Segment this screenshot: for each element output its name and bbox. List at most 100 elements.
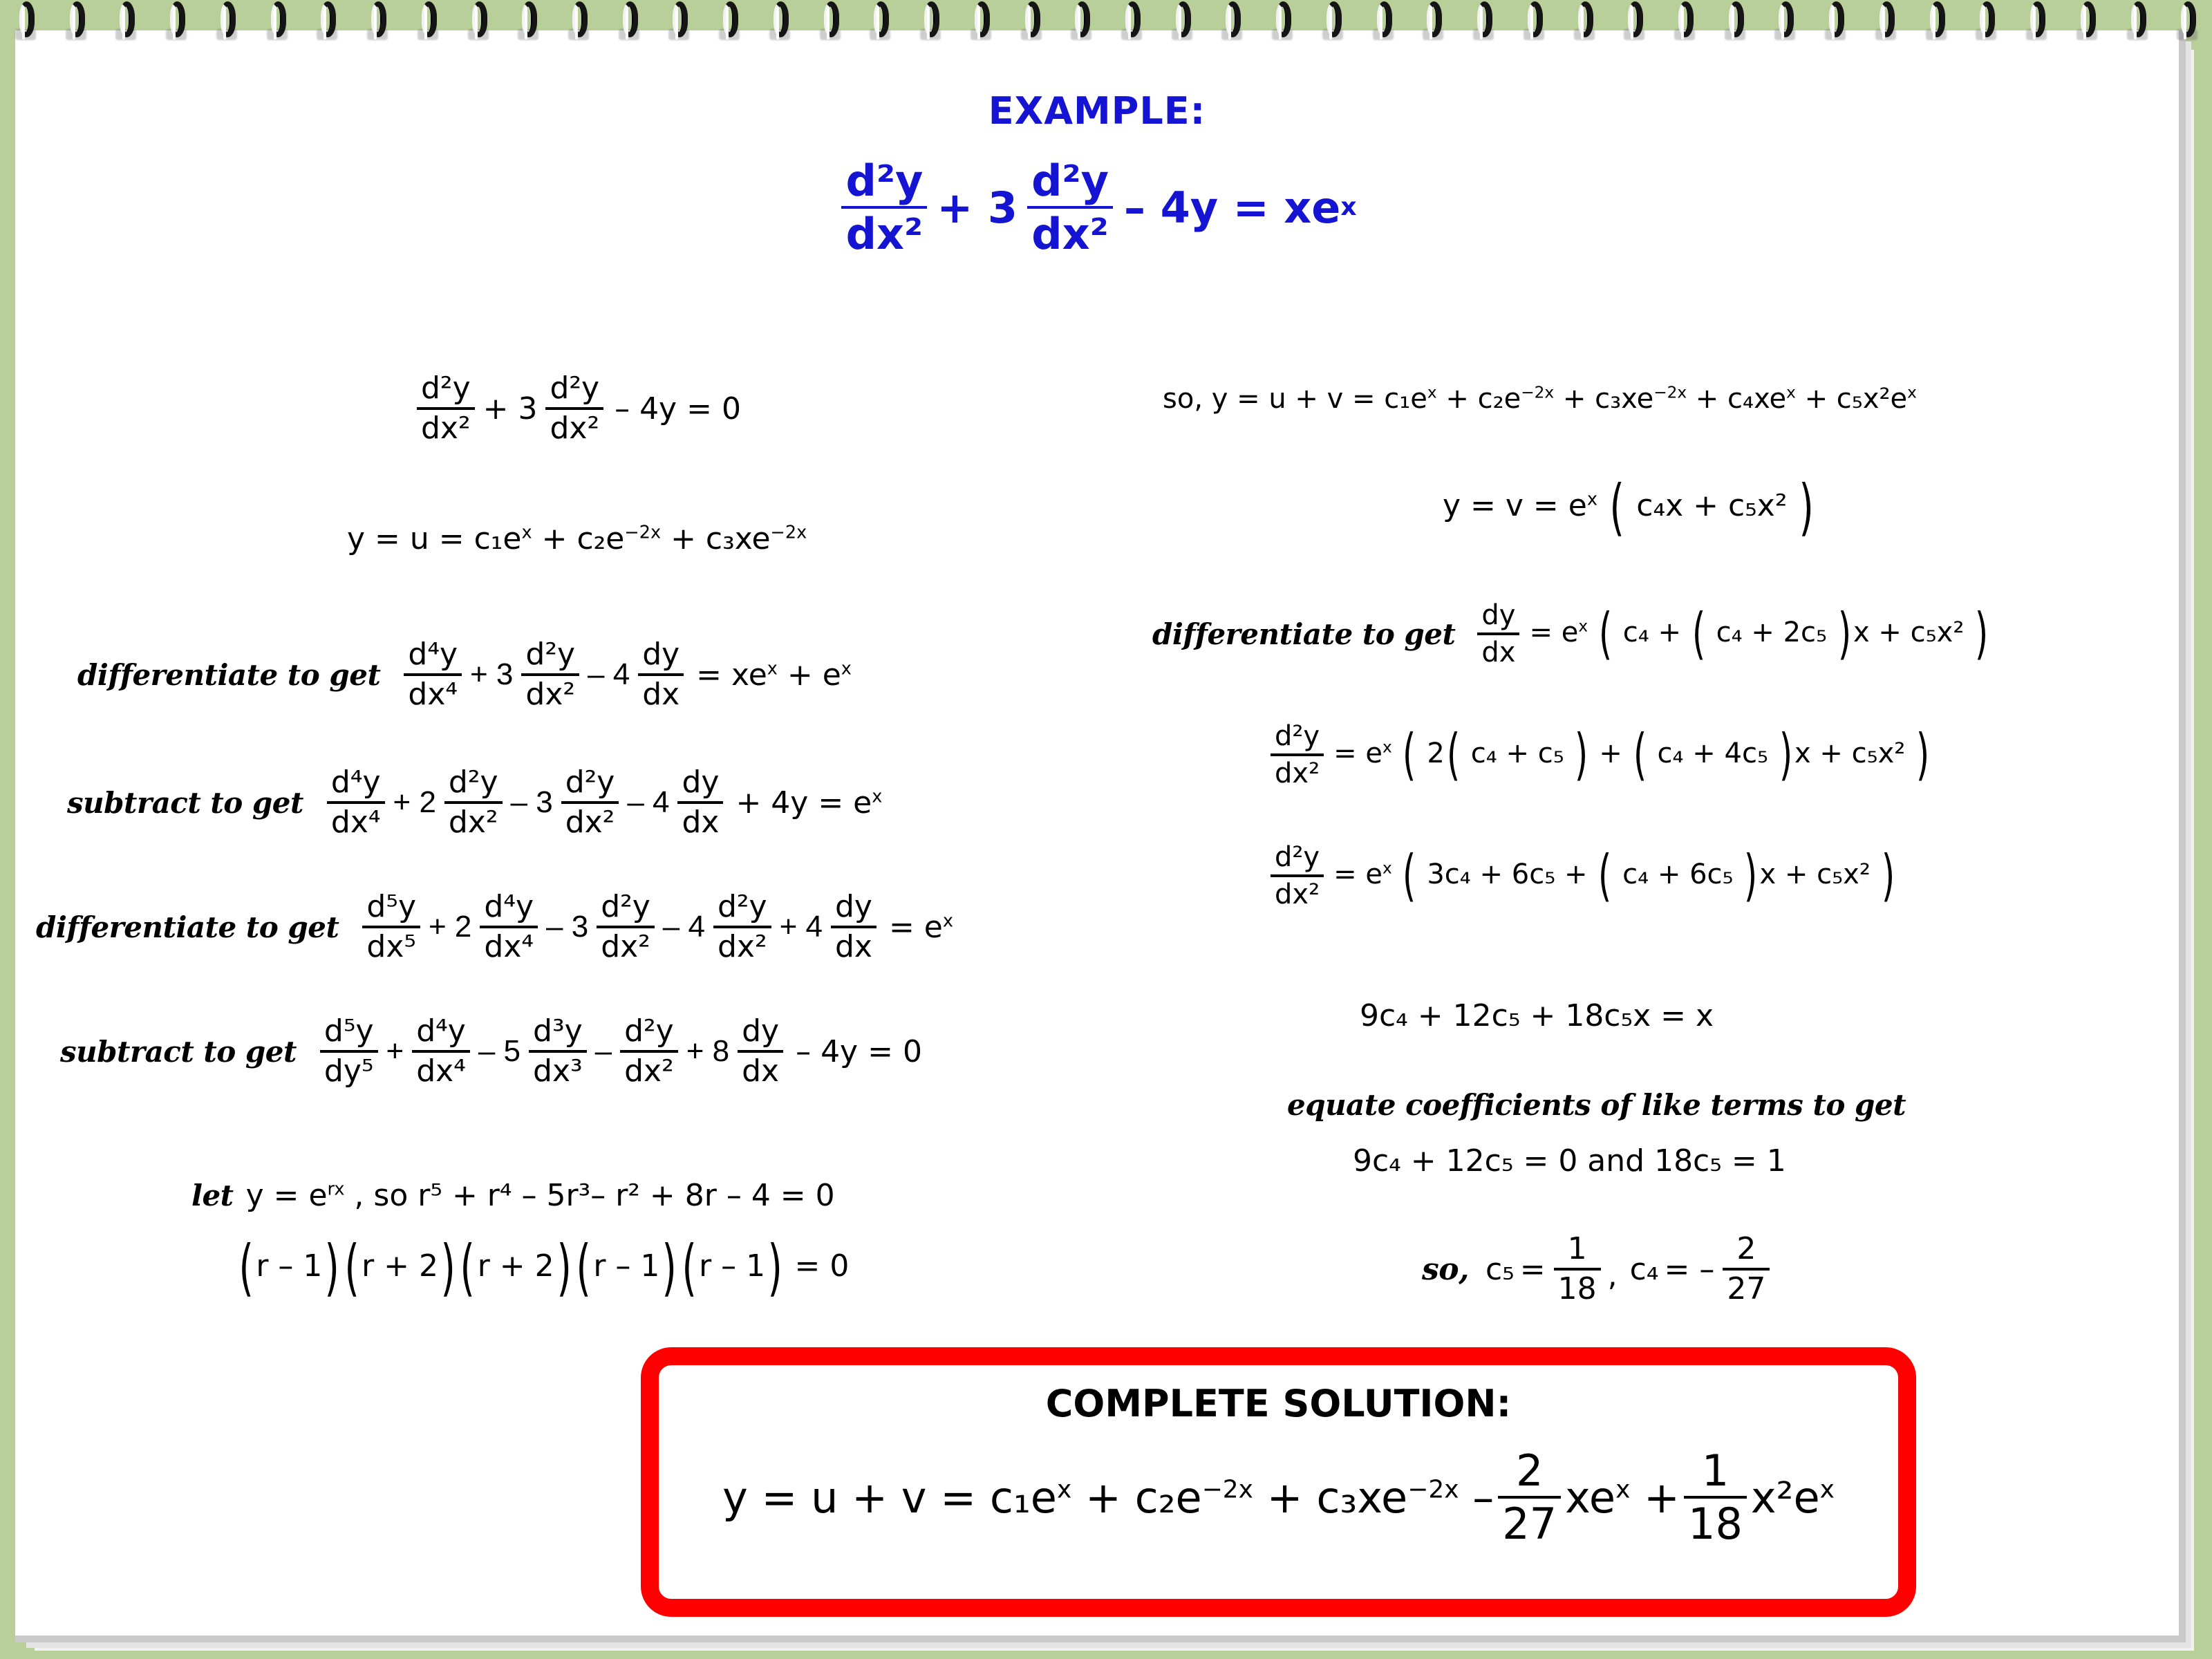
solved-constants-row: so, c₅ = 1 18 , c₄ = – 2 27 xyxy=(1422,1231,1774,1307)
homog-fraction-2: d²y dx² xyxy=(545,371,604,447)
first-derivative-den: dx xyxy=(1481,637,1516,668)
step-fraction-num: d⁵y xyxy=(366,889,417,924)
second-derivative-b-row: d²y dx² = ex ( 3c₄ + 6c₅ + ( c₄ + 6c₅ )x… xyxy=(1266,843,1897,909)
step-coefficient: + 2 xyxy=(429,910,472,944)
step-fraction: d²y dx² xyxy=(597,889,655,965)
homog-den-2: dx² xyxy=(550,411,600,447)
step-fraction-num: d²y xyxy=(717,889,767,924)
step-fraction-num: d²y xyxy=(601,889,650,924)
second-derivative-b-fraction: d²y dx² xyxy=(1271,843,1324,909)
solution-frac2-num: 1 xyxy=(1701,1445,1730,1496)
step-fraction-den: dx² xyxy=(565,805,615,841)
complete-solution-title-text: COMPLETE SOLUTION: xyxy=(1045,1382,1512,1425)
main-eq-fraction-2: d²y dx² xyxy=(1027,158,1114,260)
second-derivative-b-rhs: = ex ( 3c₄ + 6c₅ + ( c₄ + 6c₅ )x + c₅x² … xyxy=(1333,843,1895,908)
homog-num-1: d²y xyxy=(421,371,471,406)
fraction-bar xyxy=(1723,1268,1770,1271)
step-coefficient: – 3 xyxy=(510,785,553,820)
second-derivative-a-row: d²y dx² = ex ( 2( c₄ + c₅ ) + ( c₄ + 4c₅… xyxy=(1266,722,1931,788)
step-fraction-den: dx² xyxy=(525,677,576,713)
c5-numerator: 1 xyxy=(1567,1231,1587,1266)
collected-equation: 9c₄ + 12c₅ + 18c₅x = x xyxy=(1360,998,1714,1033)
first-derivative-row: differentiate to get dy dx = ex ( c₄ + (… xyxy=(1152,601,1990,667)
complementary-solution: y = u = c₁ex + c₂e−2x + c₃xe−2x xyxy=(347,521,807,556)
step-fraction: d⁵y dy⁵ xyxy=(319,1013,378,1089)
solved-prefix: so, xyxy=(1422,1251,1469,1287)
step-fraction: dy dx xyxy=(830,890,877,963)
c4-numerator: 2 xyxy=(1736,1231,1756,1266)
homogeneous-equation: d²y dx² + 3 d²y dx² – 4y = 0 xyxy=(413,371,741,447)
general-form-equation: so, y = u + v = c₁ex + c₂e−2x + c₃xe−2x … xyxy=(1163,383,1917,415)
step-fraction-den: dx⁴ xyxy=(330,805,381,841)
fraction-bar xyxy=(545,407,604,411)
step-fraction: d²y dx² xyxy=(561,766,619,841)
equate-coefficients-label: equate coefficients of like terms to get xyxy=(1287,1088,1906,1122)
second-derivative-a-fraction: d²y dx² xyxy=(1271,722,1324,788)
c5-denominator: 18 xyxy=(1557,1271,1597,1307)
c4-fraction: 2 27 xyxy=(1723,1231,1770,1307)
fraction-bar xyxy=(561,801,619,805)
step-fraction-num: d⁴y xyxy=(484,889,534,924)
solution-step-label: subtract to get xyxy=(60,1034,297,1069)
complete-solution-tail: x²ex xyxy=(1750,1472,1835,1523)
main-eq-operator-1: + 3 xyxy=(937,182,1018,233)
c5-equals: = xyxy=(1519,1251,1546,1287)
step-fraction-den: dx⁴ xyxy=(416,1053,466,1089)
step-coefficient: + 2 xyxy=(393,785,436,820)
step-fraction-num: d⁵y xyxy=(324,1013,374,1049)
step-fraction: d²y dx² xyxy=(713,889,771,963)
step-tail: + 4y = ex xyxy=(735,785,883,821)
homog-num-2: d²y xyxy=(550,371,600,406)
homog-den-1: dx² xyxy=(421,411,471,447)
solution-frac1-num: 2 xyxy=(1515,1445,1544,1496)
main-eq-fraction-1: d²y dx² xyxy=(841,158,928,260)
step-fraction: dy dx xyxy=(738,1015,784,1089)
step-fraction-den: dx² xyxy=(601,929,650,965)
step-fraction-num: d³y xyxy=(533,1013,583,1049)
step-fraction-den: dx² xyxy=(448,805,498,841)
second-derivative-b-den: dx² xyxy=(1275,879,1320,910)
step-fraction-num: d²y xyxy=(448,765,498,800)
c4-denominator: 27 xyxy=(1727,1271,1766,1307)
fraction-bar xyxy=(326,801,385,805)
step-fraction-num: dy xyxy=(642,637,680,672)
equate-coefficients-text: equate coefficients of like terms to get xyxy=(1287,1088,1906,1122)
step-fraction-den: dx⁴ xyxy=(408,677,458,713)
homog-tail: – 4y = 0 xyxy=(615,391,741,427)
step-fraction-num: d⁴y xyxy=(408,637,458,672)
step-fraction-num: d⁴y xyxy=(416,1013,466,1049)
step-fraction: d³y dx³ xyxy=(529,1015,587,1087)
solution-step-row: differentiate to get d⁴y dx⁴ + 3 d²y dx² – 4 dy… xyxy=(77,637,852,713)
step-fraction-num: d²y xyxy=(525,637,576,672)
step-fraction: d²y dx² xyxy=(620,1015,678,1087)
first-derivative-rhs: = ex ( c₄ + ( c₄ + 2c₅ )x + c₅x² ) xyxy=(1529,601,1989,666)
notebook-page: EXAMPLE: d²y dx² + 3 d²y dx² – 4y = xe x … xyxy=(15,30,2186,1642)
fraction-bar xyxy=(713,926,771,929)
solution-step-label: subtract to get xyxy=(67,785,303,820)
general-form-text: so, y = u + v = c₁ex + c₂e−2x + c₃xe−2x … xyxy=(1163,383,1917,415)
step-fraction: d⁴y dx⁴ xyxy=(412,1015,470,1087)
step-fraction-num: dy xyxy=(682,765,720,800)
coefficient-equations-text: 9c₄ + 12c₅ = 0 and 18c₅ = 1 xyxy=(1353,1143,1786,1179)
complete-solution-head: y = u + v = c₁ex + c₂e−2x + c₃xe−2x – xyxy=(722,1472,1494,1523)
characteristic-equation-text: y = erx , so r⁵ + r⁴ – 5r³– r² + 8r – 4 … xyxy=(245,1178,835,1213)
step-fraction-den: dy⁵ xyxy=(324,1053,374,1089)
step-fraction-den: dx² xyxy=(624,1053,674,1089)
second-derivative-a-rhs: = ex ( 2( c₄ + c₅ ) + ( c₄ + 4c₅ )x + c₅… xyxy=(1333,722,1930,787)
fraction-bar xyxy=(362,926,421,929)
fraction-bar xyxy=(830,926,877,929)
main-eq-tail: – 4y = xe xyxy=(1124,182,1341,233)
step-fraction: d⁴y dx⁴ xyxy=(480,889,538,963)
step-fraction-den: dx xyxy=(742,1053,780,1089)
fraction-bar xyxy=(1553,1268,1601,1271)
fraction-bar xyxy=(529,1050,587,1053)
main-eq-den-1: dx² xyxy=(845,209,924,260)
c4-symbol: c₄ xyxy=(1629,1251,1659,1287)
step-fraction: d⁵y dx⁵ xyxy=(362,889,421,963)
main-eq-den-2: dx² xyxy=(1031,209,1109,260)
fraction-bar xyxy=(597,926,655,929)
solution-step-label: differentiate to get xyxy=(77,657,381,692)
step-fraction: d⁴y dx⁴ xyxy=(326,766,385,841)
c5-fraction: 1 18 xyxy=(1553,1231,1601,1307)
step-tail: = xex + ex xyxy=(696,657,852,693)
